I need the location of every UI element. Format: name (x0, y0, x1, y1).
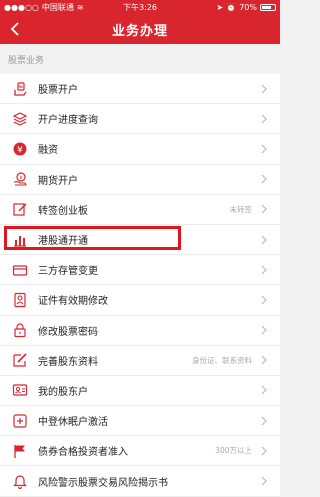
list-item-label: 股票开户 (38, 85, 78, 97)
flag-icon (12, 443, 28, 459)
status-left: ●●●○○ 中国联通 ≋ (4, 2, 217, 13)
list-item-label: 中登休眠户激活 (38, 417, 108, 429)
section-header: 股票业务 (0, 44, 280, 74)
list-item-change-password[interactable]: 修改股票密码 (0, 315, 280, 346)
hand-stock-icon (12, 81, 28, 97)
list-item-futures-account[interactable]: ¥ 期货开户 (0, 164, 280, 195)
list-item-label: 三方存管变更 (38, 266, 98, 278)
chevron-right-icon (261, 84, 267, 94)
card-icon (12, 262, 28, 278)
list-item-gem-transfer[interactable]: 转签创业板 未转签 (0, 194, 280, 225)
list-item-label: 债券合格投资者准入 (38, 447, 128, 459)
alarm-icon: ⏰ (226, 2, 237, 12)
id-card-icon (12, 292, 28, 308)
list-item-shareholder-info[interactable]: 完善股东资料 身份证、联系资料 (0, 345, 280, 376)
yen-coin-icon: ¥ (12, 141, 28, 157)
status-bar: ●●●○○ 中国联通 ≋ 下午3:26 ➤ ⏰ 70% (0, 0, 280, 14)
wifi-icon: ≋ (76, 2, 84, 12)
chevron-right-icon (261, 476, 267, 486)
battery-icon (260, 3, 276, 11)
chevron-right-icon (261, 446, 267, 456)
location-icon: ➤ (216, 2, 224, 12)
chevron-right-icon (261, 144, 267, 154)
list-item-label: 修改股票密码 (38, 326, 98, 338)
list-item-financing[interactable]: ¥ 融资 (0, 134, 280, 165)
list-item-dormant-activate[interactable]: 中登休眠户激活 (0, 406, 280, 437)
list-item-id-validity[interactable]: 证件有效期修改 (0, 285, 280, 316)
list-item-label: 我的股东户 (38, 386, 88, 398)
chevron-right-icon (261, 386, 267, 395)
list-item-label: 融资 (38, 145, 58, 157)
battery-percent: 70% (239, 2, 257, 12)
back-icon[interactable] (8, 21, 24, 37)
list-item-label: 风险警示股票交易风险揭示书 (38, 477, 168, 489)
edit-icon (12, 201, 28, 217)
list-item-depository-change[interactable]: 三方存管变更 (0, 255, 280, 286)
bar-chart-icon (12, 232, 28, 248)
nav-bar: 业务办理 (0, 14, 280, 44)
list-item-my-shareholder[interactable]: 我的股东户 (0, 375, 280, 407)
hand-coin-icon: ¥ (12, 171, 28, 187)
list-item-label: 开户进度查询 (38, 115, 98, 127)
page-title: 业务办理 (111, 23, 168, 39)
list-item-note: 身份证、联系资料 (192, 355, 252, 365)
signal-icon: ●●●○○ (4, 2, 39, 12)
list-item-label: 期货开户 (38, 175, 78, 187)
list-item-note: 300万以上 (215, 446, 252, 456)
profile-card-icon (12, 382, 28, 398)
chevron-right-icon (261, 174, 267, 184)
layers-icon (12, 111, 28, 127)
activate-icon (12, 413, 28, 429)
chevron-right-icon (261, 265, 267, 275)
list-item-label: 港股通开通 (38, 236, 88, 248)
list-item-label: 证件有效期修改 (38, 296, 108, 308)
list-item-progress-query[interactable]: 开户进度查询 (0, 104, 280, 135)
list-item-note: 未转签 (229, 204, 253, 214)
edit-doc-icon (12, 352, 28, 368)
chevron-right-icon (261, 295, 267, 305)
svg-text:¥: ¥ (17, 145, 23, 155)
carrier-label: 中国联通 (41, 2, 74, 12)
status-right: ➤ ⏰ 70% (217, 3, 276, 12)
list-item-hk-connect[interactable]: 港股通开通 (0, 224, 280, 256)
business-list: 股票开户 开户进度查询 ¥ 融资 ¥ 期货开户 转签创业板 未转签 港股通开通 … (0, 74, 280, 497)
chevron-right-icon (261, 204, 267, 214)
list-item-bond-investor[interactable]: 债券合格投资者准入 300万以上 (0, 436, 280, 467)
chevron-right-icon (261, 416, 267, 426)
chevron-right-icon (261, 325, 267, 335)
list-item-risk-disclosure[interactable]: 风险警示股票交易风险揭示书 (0, 466, 280, 497)
list-item-stock-account[interactable]: 股票开户 (0, 74, 280, 105)
chevron-right-icon (261, 114, 267, 124)
chevron-right-icon (261, 355, 267, 365)
bell-icon (12, 473, 28, 490)
svg-text:¥: ¥ (19, 175, 23, 181)
list-item-label: 完善股东资料 (38, 356, 98, 368)
chevron-right-icon (261, 235, 267, 244)
list-item-label: 转签创业板 (38, 205, 88, 217)
lock-icon (12, 322, 28, 338)
